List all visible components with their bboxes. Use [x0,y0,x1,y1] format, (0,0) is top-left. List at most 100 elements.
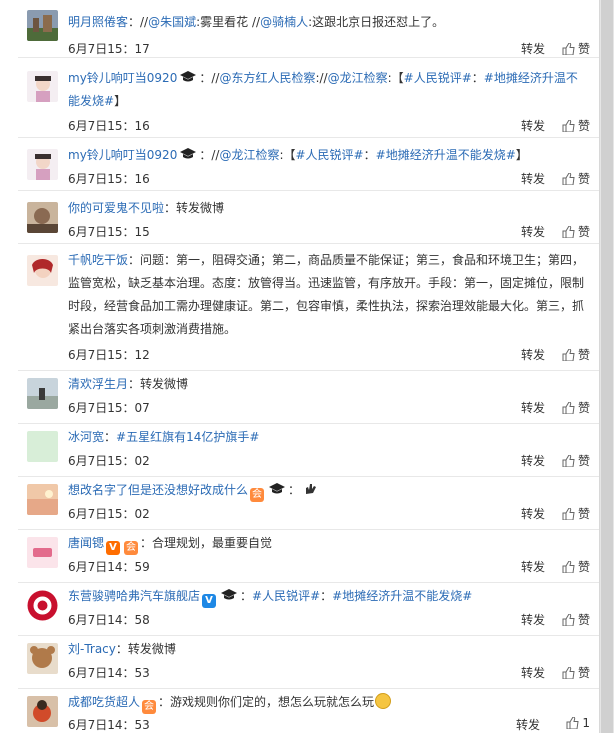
mention-link[interactable]: @龙江检察 [219,148,279,162]
comment-meta: 6月7日15：12 转发 赞 [68,346,600,364]
repost-button[interactable]: 转发 [521,664,545,681]
list-item: 千帆吃干饭：问题：第一，阻碍交通；第二，商品质量不能保证；第三，食品和环境卫生；… [18,243,600,371]
mention-link[interactable]: #地摊经济升温不能发烧# [376,148,516,162]
hand-icon [306,484,317,494]
mention-link[interactable]: @骑楠人 [260,15,308,29]
like-label: 赞 [577,172,590,186]
mention-link[interactable]: #人民锐评# [296,148,364,162]
repost-button[interactable]: 转发 [521,346,545,363]
list-item: my铃儿响叮当0920 ：//@东方红人民检察://@龙江检察:【#人民锐评#：#… [18,57,600,138]
username-link[interactable]: 千帆吃干饭 [68,253,128,267]
mention-link[interactable]: #人民锐评# [404,71,472,85]
avatar[interactable] [27,71,58,102]
comment-content: 你的可爱鬼不见啦：转发微博 [68,197,588,220]
comment-text: 】 [515,148,528,162]
smile-emoji-icon [375,693,392,709]
timestamp: 6月7日14：53 [68,718,150,732]
username-link[interactable]: 冰河宽 [68,430,104,444]
username-link[interactable]: 东营骏骋哈弗汽车旗舰店 [68,589,200,603]
mention-link[interactable]: @东方红人民检察 [219,71,315,85]
comment-text: ： [471,71,484,85]
repost-button[interactable]: 转发 [521,558,545,575]
avatar[interactable] [27,484,58,515]
like-button[interactable]: 赞 [562,170,590,187]
like-label: 赞 [577,613,590,627]
username-link[interactable]: 刘-Tracy [68,642,116,656]
avatar[interactable] [27,643,58,674]
timestamp: 6月7日15：15 [68,225,150,239]
username-link[interactable]: my铃儿响叮当0920 [68,148,177,162]
avatar[interactable] [27,378,58,409]
like-label: 赞 [577,348,590,362]
repost-button[interactable]: 转发 [521,611,545,628]
comment-meta: 6月7日14：59 转发 赞 [68,558,600,576]
mention-link[interactable]: #五星红旗有14亿护旗手# [116,430,259,444]
mention-link[interactable]: #人民锐评# [252,589,320,603]
username-link[interactable]: my铃儿响叮当0920 [68,71,177,85]
member-badge: 会 [142,700,157,714]
timestamp: 6月7日15：16 [68,172,150,186]
username-link[interactable]: 清欢浮生月 [68,377,128,391]
repost-button[interactable]: 转发 [516,716,540,733]
list-item: 成都吃货超人会：游戏规则你们定的，想怎么玩就怎么玩 6月7日14：53 转发 1 [18,688,600,733]
like-button[interactable]: 赞 [562,452,590,469]
repost-button[interactable]: 转发 [521,399,545,416]
like-button[interactable]: 1 [566,716,590,730]
like-button[interactable]: 赞 [562,611,590,628]
like-button[interactable]: 赞 [562,664,590,681]
comment-text: 】 [114,94,127,108]
repost-button[interactable]: 转发 [521,452,545,469]
avatar[interactable] [27,10,58,41]
comment-text: ： [104,430,117,444]
comment-meta: 6月7日14：53 转发 赞 [68,664,600,682]
like-button[interactable]: 赞 [562,558,590,575]
thumbs-up-icon [562,43,575,55]
scrollbar[interactable] [599,0,614,733]
like-button[interactable]: 赞 [562,399,590,416]
avatar[interactable] [27,202,58,233]
avatar[interactable] [27,537,58,568]
list-item: 刘-Tracy：转发微博 6月7日14：53 转发 赞 [18,635,600,689]
avatar[interactable] [27,590,58,621]
like-button[interactable]: 赞 [562,117,590,134]
mention-link[interactable]: @龙江检察 [328,71,388,85]
username-link[interactable]: 你的可爱鬼不见啦 [68,201,164,215]
username-link[interactable]: 成都吃货超人 [68,695,140,709]
timestamp: 6月7日15：12 [68,348,150,362]
scrollbar-thumb[interactable] [601,0,613,733]
mention-link[interactable]: #地摊经济升温不能发烧# [332,589,472,603]
list-item: my铃儿响叮当0920 ：//@龙江检察:【#人民锐评#：#地摊经济升温不能发烧#… [18,137,600,191]
repost-button[interactable]: 转发 [521,117,545,134]
username-link[interactable]: 想改名字了但是还没想好改成什么 [68,483,248,497]
comment-feed: 明月照倦客：//@朱国斌:雾里看花 //@骑楠人:这跟北京日报还怼上了。 6月7… [0,0,614,733]
like-button[interactable]: 赞 [562,505,590,522]
timestamp: 6月7日15：02 [68,507,150,521]
repost-button[interactable]: 转发 [521,505,545,522]
graduation-cap-icon [221,589,238,600]
avatar[interactable] [27,255,58,286]
repost-button[interactable]: 转发 [521,40,545,57]
list-item: 东营骏骋哈弗汽车旗舰店 V ：#人民锐评#：#地摊经济升温不能发烧# 6月7日14：… [18,582,600,636]
avatar[interactable] [27,149,58,180]
avatar[interactable] [27,696,58,727]
thumbs-up-icon [562,561,575,573]
timestamp: 6月7日15：16 [68,119,150,133]
like-button[interactable]: 赞 [562,346,590,363]
avatar[interactable] [27,431,58,462]
like-button[interactable]: 赞 [562,223,590,240]
mention-link[interactable]: @朱国斌 [148,15,196,29]
username-link[interactable]: 明月照倦客 [68,15,128,29]
like-label: 赞 [577,507,590,521]
comment-text: ：游戏规则你们定的，想怎么玩就怎么玩 [158,695,375,709]
timestamp: 6月7日15：17 [68,42,150,56]
like-button[interactable]: 赞 [562,40,590,57]
member-badge: 会 [124,541,139,555]
comment-text: ： [240,589,253,603]
comment-text: ：转发微博 [164,201,225,215]
comment-text: ：问题：第一，阻碍交通；第二，商品质量不能保证；第三，食品和环境卫生；第四，监管… [68,253,585,336]
username-link[interactable]: 唐闻锶 [68,536,104,550]
comment-text: :【 [279,148,296,162]
repost-button[interactable]: 转发 [521,170,545,187]
comment-text: ：转发微博 [115,642,176,656]
repost-button[interactable]: 转发 [521,223,545,240]
